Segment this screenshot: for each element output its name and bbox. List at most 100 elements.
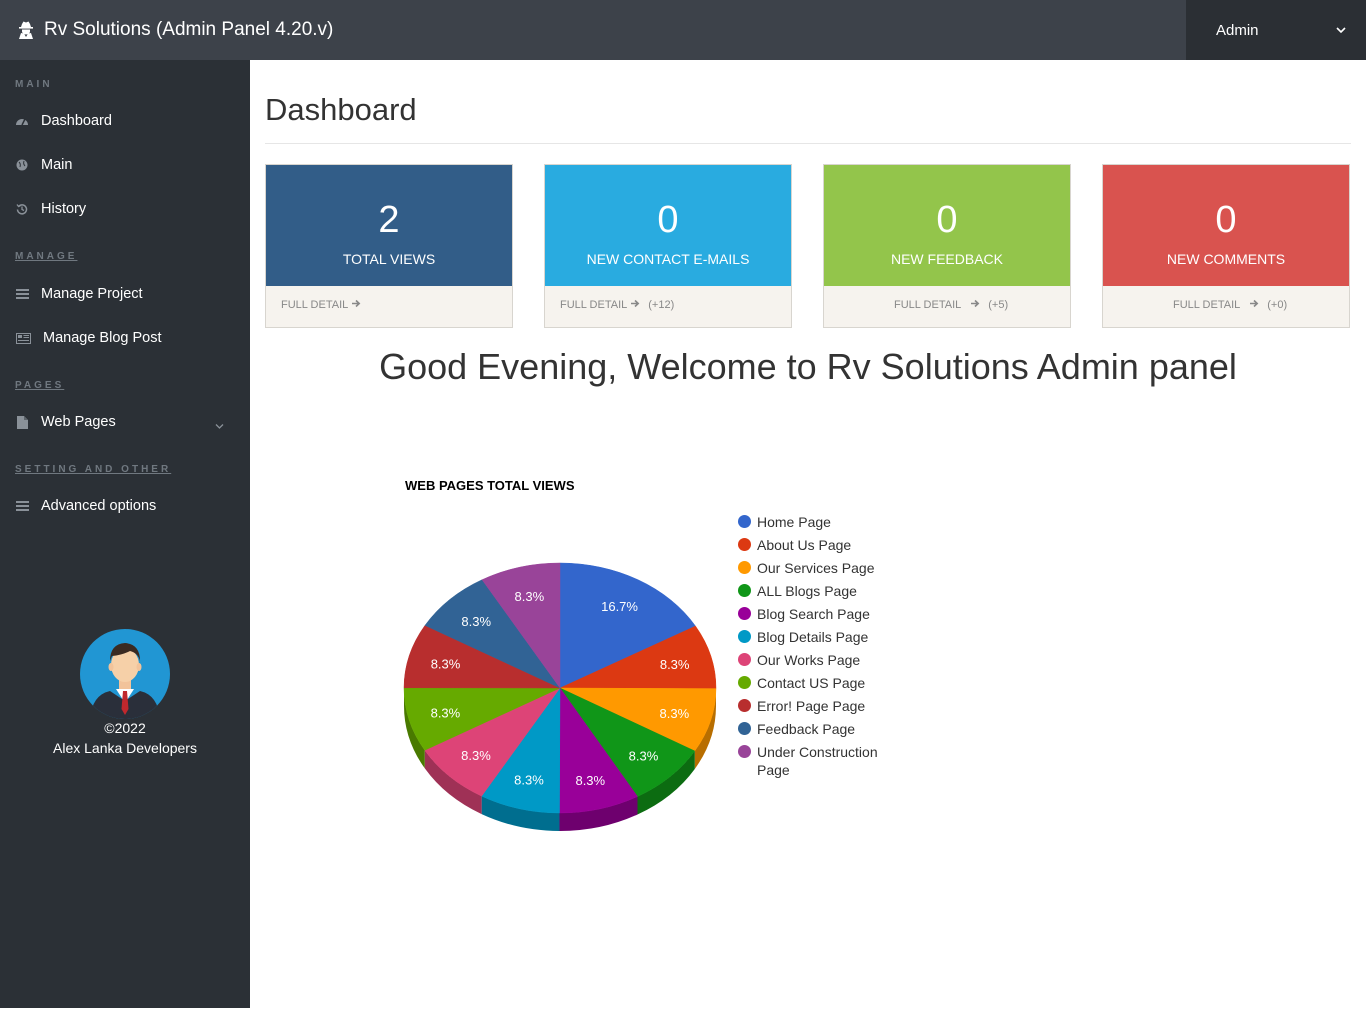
full-detail-label: FULL DETAIL (281, 299, 349, 311)
stat-card-new-contact-emails: 0 NEW CONTACT E-MAILS FULL DETAIL (+12) (544, 164, 792, 328)
legend-label: Our Services Page (757, 560, 875, 576)
legend-item[interactable]: Home Page (738, 513, 898, 531)
sidebar-item-advanced-options[interactable]: Advanced options (15, 494, 156, 518)
full-detail-label: FULL DETAIL (1173, 299, 1241, 311)
arrow-right-icon (631, 299, 640, 311)
brand[interactable]: Rv Solutions (Admin Panel 4.20.v) (18, 0, 333, 60)
legend-label: Home Page (757, 514, 831, 530)
stat-card-header: 0 NEW COMMENTS (1103, 165, 1349, 286)
pie-slice-label: 8.3% (575, 773, 605, 788)
legend-item[interactable]: About Us Page (738, 536, 898, 554)
pie-slice-label: 8.3% (431, 705, 461, 720)
sidebar-item-label: Manage Blog Post (43, 330, 162, 346)
sidebar: MAIN Dashboard Main History MANAGE Manag… (0, 60, 250, 1008)
legend-swatch (738, 699, 751, 712)
legend-swatch (738, 515, 751, 528)
sidebar-section-pages: PAGES (15, 380, 65, 391)
sidebar-item-dashboard[interactable]: Dashboard (15, 109, 112, 133)
full-detail-label: FULL DETAIL (560, 299, 628, 311)
sidebar-item-history[interactable]: History (15, 197, 86, 221)
pie-slice-label: 8.3% (629, 748, 659, 763)
user-secret-icon (18, 21, 34, 39)
sidebar-item-label: Advanced options (41, 498, 157, 514)
count-extra: (+5) (988, 299, 1009, 311)
legend-swatch (738, 607, 751, 620)
list-icon (15, 499, 29, 513)
legend-swatch (738, 653, 751, 666)
stat-card-header: 0 NEW CONTACT E-MAILS (545, 165, 791, 286)
pie-slice-label: 8.3% (514, 773, 544, 788)
sidebar-section-main: MAIN (15, 79, 53, 90)
avatar (80, 629, 170, 719)
history-icon (15, 202, 29, 216)
full-detail-label: FULL DETAIL (894, 299, 962, 311)
full-detail-link[interactable]: FULL DETAIL (+12) (560, 299, 674, 311)
legend-swatch (738, 561, 751, 574)
title-divider (265, 143, 1351, 144)
sidebar-item-label: Web Pages (41, 414, 116, 430)
stat-card-new-comments: 0 NEW COMMENTS FULL DETAIL (+0) (1102, 164, 1350, 328)
company-name: Alex Lanka Developers (53, 740, 197, 756)
legend-label: Feedback Page (757, 721, 856, 737)
dashboard-icon (15, 114, 29, 128)
globe-icon (15, 158, 29, 172)
stat-card-new-feedback: 0 NEW FEEDBACK FULL DETAIL (+5) (823, 164, 1071, 328)
legend-item[interactable]: Feedback Page (738, 720, 898, 738)
sidebar-item-label: Manage Project (41, 286, 143, 302)
legend-item[interactable]: Blog Search Page (738, 605, 898, 623)
arrow-right-icon (1250, 299, 1259, 311)
legend-item[interactable]: Error! Page Page (738, 697, 898, 715)
legend-item[interactable]: Our Services Page (738, 559, 898, 577)
sidebar-section-manage: MANAGE (15, 251, 78, 262)
legend-item[interactable]: Under Construction Page (738, 743, 898, 779)
pie-chart: 16.7% 8.3% 8.3% 8.3% 8.3% 8.3% 8.3% 8.3% 8.3% 8.3… (403, 562, 717, 831)
legend-item[interactable]: Blog Details Page (738, 628, 898, 646)
arrow-right-icon (352, 299, 361, 311)
stat-label: NEW COMMENTS (1166, 251, 1286, 267)
count-extra: (+12) (648, 299, 675, 311)
pie-slice-label: 8.3% (461, 614, 491, 629)
chevron-down-icon (215, 418, 224, 434)
file-icon (15, 415, 29, 429)
legend-swatch (738, 630, 751, 643)
stat-value: 0 (1215, 199, 1237, 241)
stat-value: 2 (378, 199, 400, 241)
sidebar-item-label: Dashboard (41, 113, 112, 129)
full-detail-link[interactable]: FULL DETAIL (+0) (1173, 299, 1287, 311)
sidebar-item-manage-project[interactable]: Manage Project (15, 282, 143, 306)
legend-label: About Us Page (757, 537, 852, 553)
stat-label: NEW FEEDBACK (890, 251, 1003, 267)
user-menu[interactable]: Admin (1186, 0, 1366, 60)
legend-label: Error! Page Page (757, 698, 866, 714)
legend-item[interactable]: Contact US Page (738, 674, 898, 692)
chevron-down-icon (1336, 22, 1346, 39)
stat-card-header: 2 TOTAL VIEWS (266, 165, 512, 286)
full-detail-link[interactable]: FULL DETAIL (281, 299, 361, 311)
legend-label: Blog Details Page (757, 629, 869, 645)
stat-card-total-views: 2 TOTAL VIEWS FULL DETAIL (265, 164, 513, 328)
legend-item[interactable]: ALL Blogs Page (738, 582, 898, 600)
copyright: ©2022 (104, 720, 146, 736)
stat-card-header: 0 NEW FEEDBACK (824, 165, 1070, 286)
sidebar-section-settings: SETTING AND OTHER (15, 464, 172, 475)
sidebar-item-manage-blog-post[interactable]: Manage Blog Post (15, 326, 162, 350)
legend-label: Contact US Page (757, 675, 866, 691)
app-title: Rv Solutions (Admin Panel 4.20.v) (44, 19, 334, 40)
sidebar-item-main[interactable]: Main (15, 153, 72, 177)
sidebar-item-web-pages[interactable]: Web Pages (15, 410, 235, 434)
legend-item[interactable]: Our Works Page (738, 651, 898, 669)
pie-slice-label: 8.3% (515, 589, 545, 604)
pie-slice-label: 8.3% (431, 656, 461, 671)
legend-swatch (738, 584, 751, 597)
chart-title: WEB PAGES TOTAL VIEWS (405, 478, 575, 493)
legend-swatch (738, 745, 751, 758)
list-icon (15, 287, 29, 301)
pie-slice-label: 8.3% (461, 748, 491, 763)
sidebar-item-label: History (41, 201, 87, 217)
count-extra: (+0) (1267, 299, 1288, 311)
legend-swatch (738, 722, 751, 735)
top-navbar: Rv Solutions (Admin Panel 4.20.v) Admin (0, 0, 1366, 60)
legend-label: ALL Blogs Page (757, 583, 857, 599)
full-detail-link[interactable]: FULL DETAIL (+5) (894, 299, 1008, 311)
stat-label: NEW CONTACT E-MAILS (586, 251, 750, 267)
